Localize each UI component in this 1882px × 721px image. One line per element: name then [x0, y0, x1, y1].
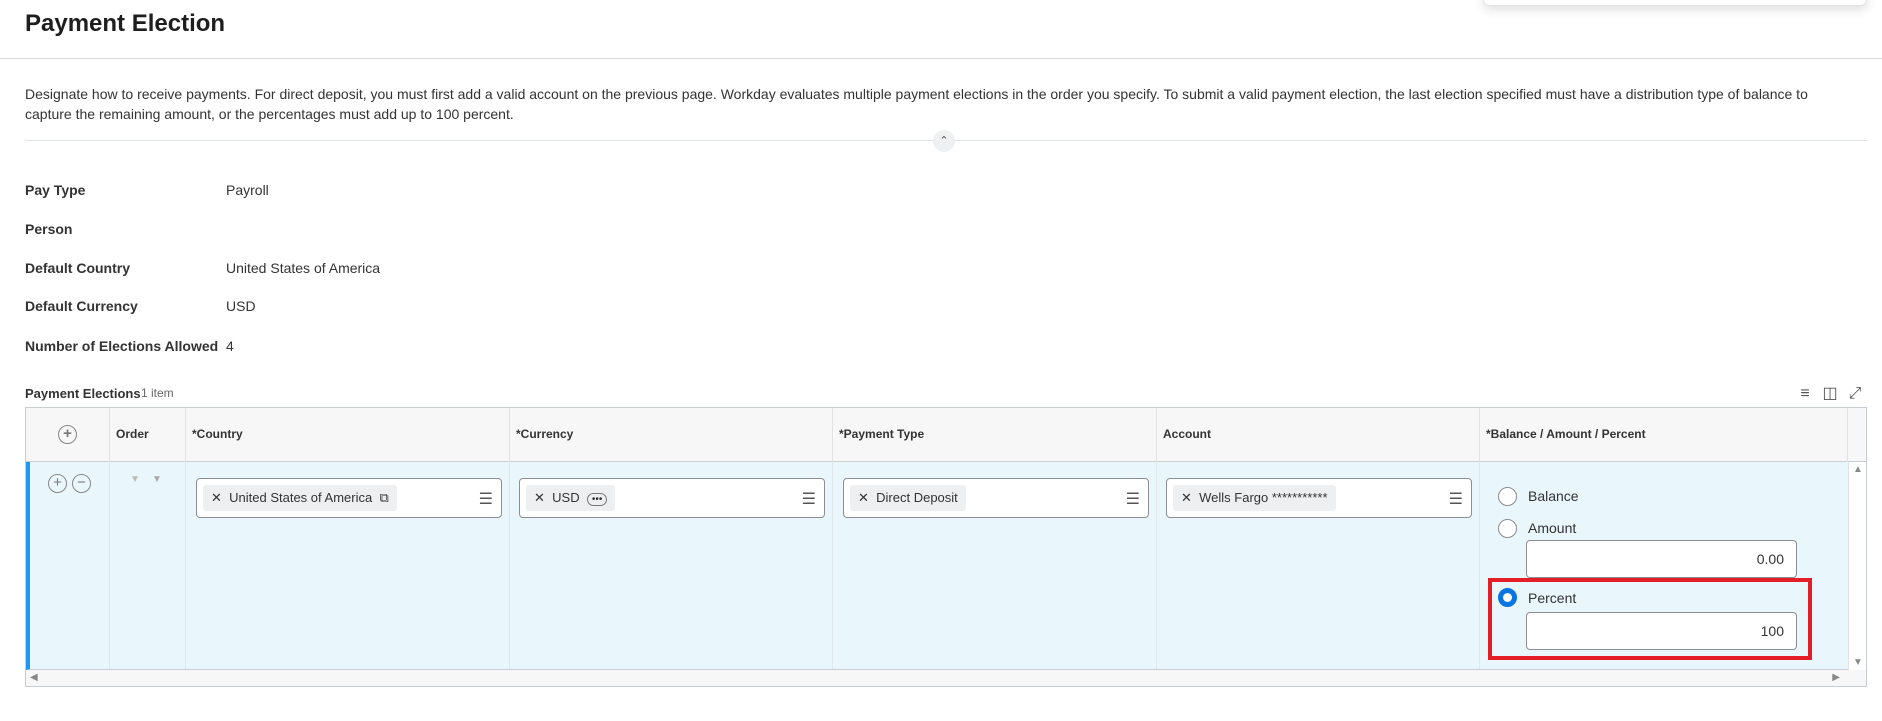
remove-icon[interactable]: ✕: [211, 490, 222, 505]
col-currency[interactable]: *Currency: [510, 408, 833, 462]
add-row-icon[interactable]: +: [48, 474, 67, 493]
field-value-elections-allowed: 4: [226, 338, 234, 354]
add-row-icon[interactable]: +: [58, 425, 77, 444]
remove-icon[interactable]: ✕: [534, 490, 545, 505]
currency-input[interactable]: ✕ USD ••• ☰: [519, 478, 825, 518]
scroll-up-icon[interactable]: ▲: [1853, 464, 1863, 475]
col-balance-amount-percent[interactable]: *Balance / Amount / Percent: [1480, 408, 1848, 462]
header-divider: [0, 58, 1882, 59]
field-label-pay-type: Pay Type: [25, 182, 86, 198]
radio-amount[interactable]: [1498, 519, 1517, 538]
external-link-icon[interactable]: ⧉: [379, 490, 388, 505]
label-amount: Amount: [1528, 520, 1577, 536]
popup-panel: [1483, 0, 1867, 6]
elections-title: Payment Elections: [25, 386, 141, 401]
highlight-box: [1488, 578, 1812, 660]
page-title: Payment Election: [25, 10, 226, 37]
list-icon[interactable]: ☰: [802, 489, 816, 509]
currency-value: USD: [552, 490, 580, 505]
vertical-scrollbar[interactable]: ▲ ▼: [1848, 462, 1866, 670]
account-cell: ✕ Wells Fargo *********** ☰: [1157, 462, 1480, 669]
list-icon[interactable]: ☰: [479, 489, 493, 509]
filter-icon[interactable]: ≡: [1795, 384, 1815, 404]
order-cell: ▼ ▼: [110, 462, 186, 669]
col-country[interactable]: *Country: [186, 408, 510, 462]
country-value: United States of America: [229, 490, 373, 505]
scroll-right-icon[interactable]: ▶: [1832, 672, 1840, 683]
field-value-default-country: United States of America: [226, 260, 381, 276]
amount-input[interactable]: 0.00: [1526, 540, 1797, 578]
elections-count: 1 item: [141, 386, 174, 400]
label-balance: Balance: [1528, 488, 1579, 504]
list-icon[interactable]: ☰: [1449, 489, 1463, 509]
horizontal-scrollbar[interactable]: ◀ ▶: [26, 670, 1866, 686]
col-account[interactable]: Account: [1157, 408, 1480, 462]
field-label-elections-allowed: Number of Elections Allowed: [25, 338, 219, 354]
radio-balance[interactable]: [1498, 487, 1517, 506]
move-down-icon[interactable]: ▼: [130, 474, 140, 485]
scroll-down-icon[interactable]: ▼: [1853, 657, 1863, 668]
account-value: Wells Fargo ***********: [1199, 490, 1328, 505]
field-label-default-currency: Default Currency: [25, 298, 138, 314]
account-input[interactable]: ✕ Wells Fargo *********** ☰: [1166, 478, 1472, 518]
payment-type-cell: ✕ Direct Deposit ☰: [833, 462, 1157, 669]
account-pill: ✕ Wells Fargo ***********: [1173, 485, 1336, 511]
more-icon[interactable]: •••: [586, 493, 608, 506]
currency-pill: ✕ USD •••: [526, 485, 616, 511]
scroll-left-icon[interactable]: ◀: [30, 672, 38, 683]
payment-type-value: Direct Deposit: [876, 490, 958, 505]
col-payment-type[interactable]: *Payment Type: [833, 408, 1157, 462]
country-pill: ✕ United States of America ⧉: [203, 485, 397, 511]
payment-type-input[interactable]: ✕ Direct Deposit ☰: [843, 478, 1149, 518]
instructions-text: Designate how to receive payments. For d…: [25, 86, 1808, 122]
row-actions-cell: + −: [30, 462, 110, 669]
fullscreen-icon[interactable]: ⤢: [1845, 384, 1865, 404]
collapse-button[interactable]: ⌃: [933, 130, 955, 152]
remove-icon[interactable]: ✕: [858, 490, 869, 505]
country-cell: ✕ United States of America ⧉ ☰: [186, 462, 510, 669]
remove-row-icon[interactable]: −: [72, 474, 91, 493]
col-order[interactable]: Order: [110, 408, 186, 462]
country-input[interactable]: ✕ United States of America ⧉ ☰: [196, 478, 502, 518]
field-label-default-country: Default Country: [25, 260, 130, 276]
currency-cell: ✕ USD ••• ☰: [510, 462, 833, 669]
field-value-pay-type: Payroll: [226, 182, 269, 198]
payment-type-pill: ✕ Direct Deposit: [850, 485, 966, 511]
add-header-cell: +: [26, 408, 110, 462]
columns-icon[interactable]: ◫: [1820, 384, 1840, 404]
table-header: + Order *Country *Currency *Payment Type…: [26, 408, 1866, 462]
remove-icon[interactable]: ✕: [1181, 490, 1192, 505]
field-value-default-currency: USD: [226, 298, 256, 314]
field-label-person: Person: [25, 221, 73, 237]
move-down-icon[interactable]: ▼: [152, 474, 162, 485]
list-icon[interactable]: ☰: [1126, 489, 1140, 509]
